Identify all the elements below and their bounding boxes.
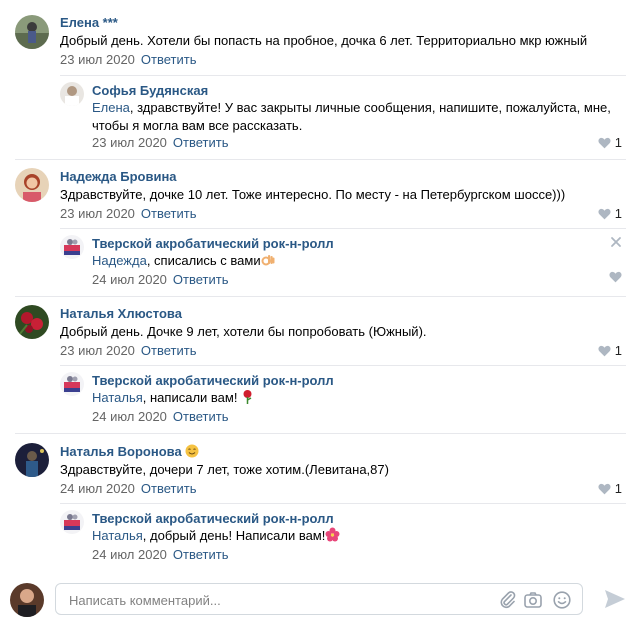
- avatar[interactable]: [15, 168, 49, 202]
- reply-text: , написали вам!: [142, 390, 238, 405]
- reply-button[interactable]: Ответить: [141, 343, 197, 358]
- comment-meta: 23 июл 2020 Ответить: [60, 342, 197, 359]
- comment-input[interactable]: [67, 584, 491, 616]
- reply-button[interactable]: Ответить: [173, 272, 229, 287]
- comment-date[interactable]: 23 июл 2020: [60, 343, 135, 358]
- heart-icon: [598, 483, 611, 494]
- comment-date[interactable]: 23 июл 2020: [60, 206, 135, 221]
- reply-button[interactable]: Ответить: [141, 52, 197, 67]
- comment-composer: [0, 575, 641, 619]
- comment-author[interactable]: Софья Будянская: [92, 82, 208, 99]
- mention-link[interactable]: Елена: [92, 100, 130, 115]
- comment-author[interactable]: Тверской акробатический рок-н-ролл: [92, 372, 334, 389]
- paperclip-icon[interactable]: [498, 590, 518, 610]
- like-count: 1: [614, 343, 622, 358]
- like-count: 1: [614, 206, 622, 221]
- comment-meta: 24 июл 2020 Ответить: [60, 480, 197, 497]
- comment-author[interactable]: Надежда Бровина: [60, 168, 177, 185]
- like-button[interactable]: 1: [598, 480, 622, 497]
- like-button[interactable]: 1: [598, 342, 622, 359]
- comment-date[interactable]: 24 июл 2020: [60, 481, 135, 496]
- comment-text: Здравствуйте, дочери 7 лет, тоже хотим.(…: [60, 462, 389, 477]
- author-name[interactable]: Наталья Воронова: [60, 444, 182, 459]
- reply-button[interactable]: Ответить: [173, 547, 229, 562]
- comment-text: Добрый день. Хотели бы попасть на пробно…: [60, 33, 588, 48]
- comment-date[interactable]: 24 июл 2020: [92, 272, 167, 287]
- heart-icon: [598, 137, 611, 148]
- comment-author[interactable]: Тверской акробатический рок-н-ролл: [92, 235, 334, 252]
- divider: [15, 433, 626, 434]
- comment-text: Добрый день. Дочке 9 лет, хотели бы попр…: [60, 324, 427, 339]
- like-count: 1: [614, 481, 622, 496]
- comment-meta: 23 июл 2020 Ответить: [92, 134, 229, 151]
- comment-meta: 23 июл 2020 Ответить: [60, 51, 197, 68]
- avatar[interactable]: [60, 372, 84, 396]
- avatar[interactable]: [60, 235, 84, 259]
- comment-date[interactable]: 24 июл 2020: [92, 547, 167, 562]
- comment-text: Наталья, написали вам!: [92, 389, 592, 407]
- heart-icon: [598, 345, 611, 356]
- mention-link[interactable]: Наталья: [92, 528, 143, 543]
- hibiscus-icon: [325, 527, 340, 542]
- comment-input-box: [55, 583, 583, 616]
- rose-icon: [243, 390, 252, 404]
- comment-text: Наталья, добрый день! Написали вам!: [92, 527, 592, 545]
- smiling-face-icon: [185, 444, 199, 458]
- reply-button[interactable]: Ответить: [141, 206, 197, 221]
- comment-text: Здравствуйте, дочке 10 лет. Тоже интерес…: [60, 187, 566, 202]
- like-button[interactable]: 1: [598, 205, 622, 222]
- divider: [60, 228, 626, 229]
- reply-text: , здравствуйте! У вас закрыты личные соо…: [92, 100, 611, 133]
- avatar[interactable]: [15, 443, 49, 477]
- comment-author[interactable]: Тверской акробатический рок-н-ролл: [92, 510, 334, 527]
- close-icon[interactable]: [610, 236, 622, 248]
- avatar[interactable]: [15, 305, 49, 339]
- reply-button[interactable]: Ответить: [173, 409, 229, 424]
- like-count: 1: [614, 135, 622, 150]
- heart-icon: [598, 208, 611, 219]
- divider: [60, 75, 626, 76]
- smile-icon[interactable]: [552, 590, 572, 610]
- comment-text: Надежда, списались с вами: [92, 252, 592, 270]
- comment-text: Елена, здравствуйте! У вас закрыты личны…: [92, 99, 612, 135]
- reply-text: , добрый день! Написали вам!: [142, 528, 326, 543]
- comment-date[interactable]: 23 июл 2020: [60, 52, 135, 67]
- reply-text: , списались с вами: [146, 253, 261, 268]
- like-button[interactable]: [609, 271, 622, 283]
- comment-date[interactable]: 23 июл 2020: [92, 135, 167, 150]
- comment-date[interactable]: 24 июл 2020: [92, 409, 167, 424]
- divider: [15, 296, 626, 297]
- like-button[interactable]: 1: [598, 134, 622, 151]
- avatar[interactable]: [60, 82, 84, 106]
- comment-author: Наталья Воронова: [60, 443, 199, 460]
- reply-button[interactable]: Ответить: [173, 135, 229, 150]
- ok-hand-icon: [261, 255, 275, 266]
- divider: [60, 503, 626, 504]
- comment-meta: 23 июл 2020 Ответить: [60, 205, 197, 222]
- send-icon[interactable]: [604, 589, 626, 609]
- comment-author[interactable]: Наталья Хлюстова: [60, 305, 182, 322]
- mention-link[interactable]: Надежда: [92, 253, 147, 268]
- camera-icon[interactable]: [523, 590, 543, 610]
- avatar[interactable]: [60, 510, 84, 534]
- avatar[interactable]: [15, 15, 49, 49]
- comment-meta: 24 июл 2020 Ответить: [92, 408, 229, 425]
- comment-meta: 24 июл 2020 Ответить: [92, 546, 229, 563]
- current-user-avatar[interactable]: [10, 583, 44, 617]
- divider: [60, 365, 626, 366]
- comment-meta: 24 июл 2020 Ответить: [92, 271, 229, 288]
- divider: [15, 159, 626, 160]
- reply-button[interactable]: Ответить: [141, 481, 197, 496]
- mention-link[interactable]: Наталья: [92, 390, 143, 405]
- comment-author[interactable]: Елена ***: [60, 14, 118, 31]
- heart-icon: [609, 271, 622, 283]
